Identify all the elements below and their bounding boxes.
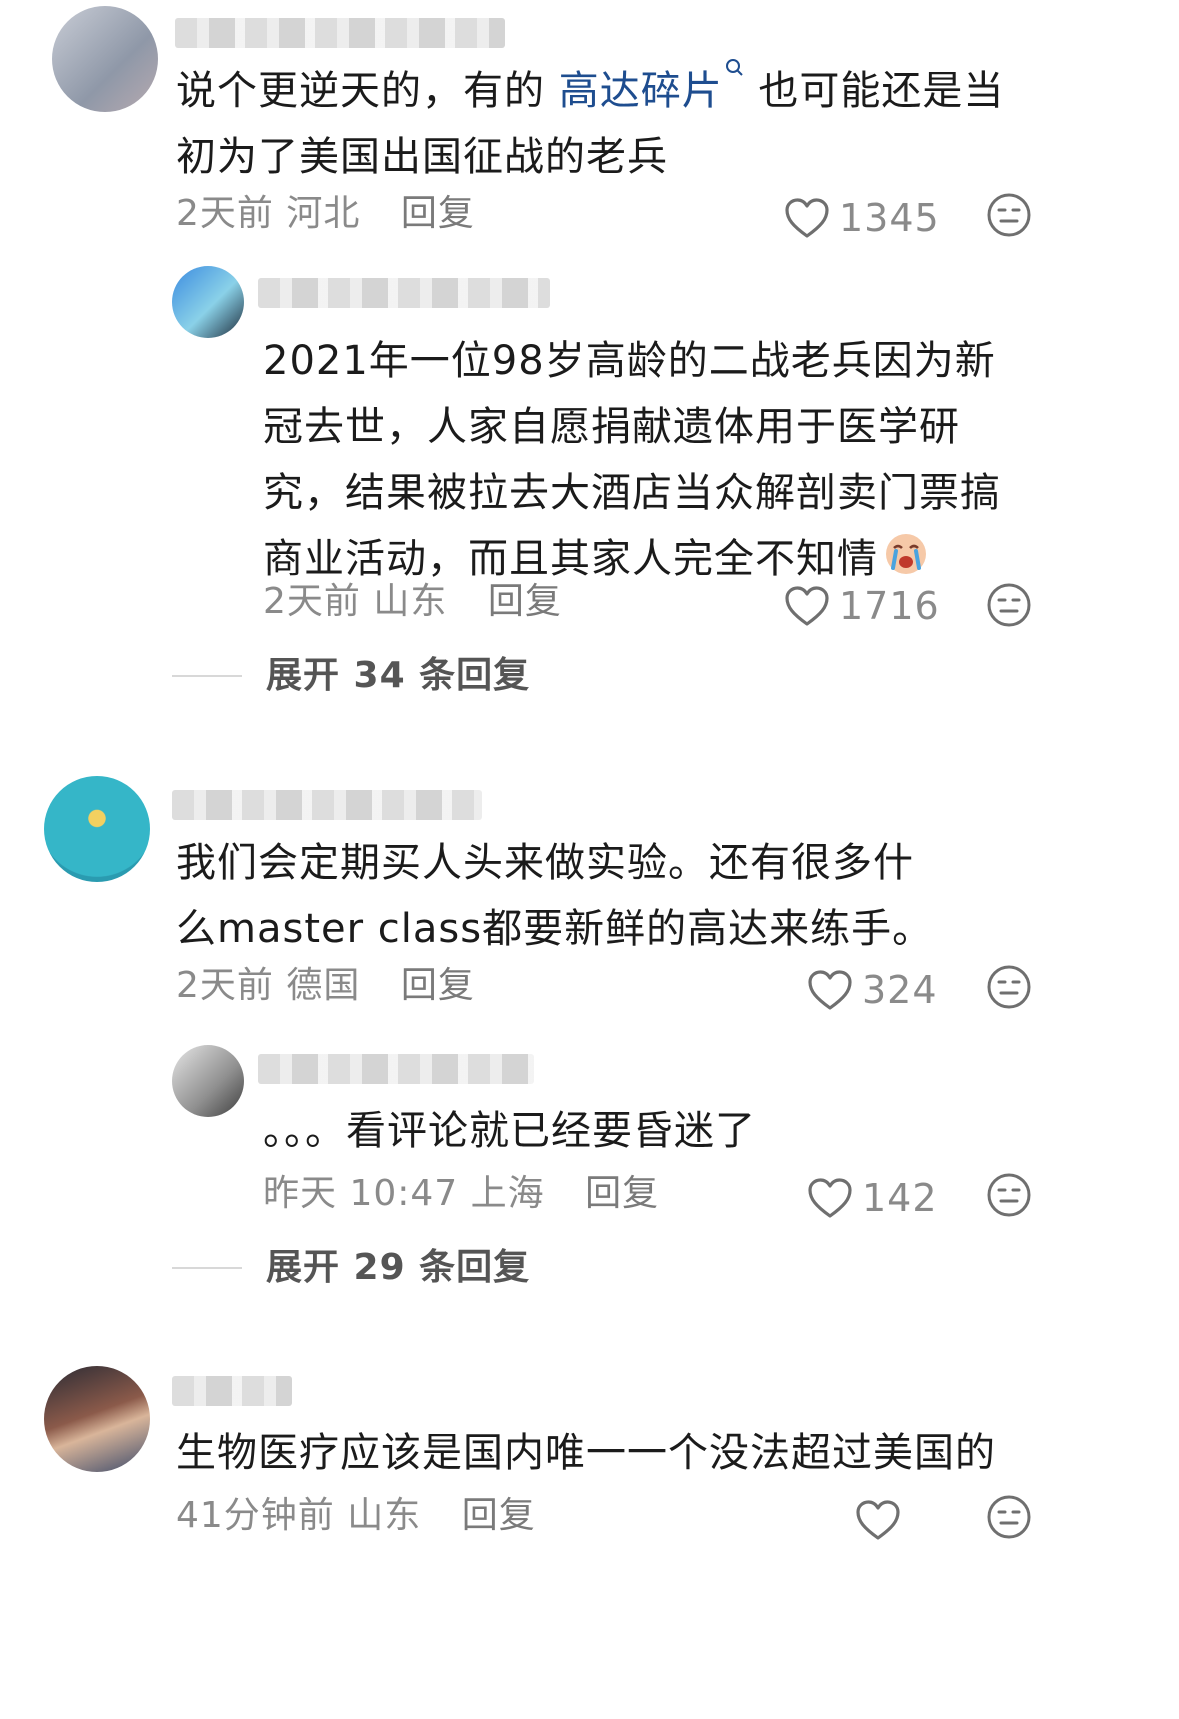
comment-meta: 41分钟前 山东 回复 (176, 1494, 536, 1538)
reply-button[interactable]: 回复 (401, 193, 475, 234)
like-button[interactable] (854, 1496, 910, 1544)
reply-time: 昨天 10:47 (263, 1173, 459, 1214)
like-count: 324 (862, 968, 938, 1012)
reply-button[interactable]: 回复 (585, 1173, 659, 1214)
comment-location: 山东 (347, 1495, 422, 1536)
reply-meta: 昨天 10:47 上海 回复 (263, 1172, 659, 1216)
like-button[interactable]: 1716 (783, 582, 940, 630)
reply-location: 上海 (470, 1173, 545, 1214)
username-redacted[interactable] (172, 1376, 292, 1406)
heart-icon (785, 586, 829, 626)
reply-avatar[interactable] (172, 266, 244, 338)
like-button[interactable]: 324 (806, 966, 938, 1014)
reply-text: 。。。看评论就已经要昏迷了 (263, 1108, 756, 1154)
expand-replies-label: 展开 34 条回复 (266, 655, 531, 696)
reply-location: 山东 (373, 581, 448, 622)
emoji-reaction-icon[interactable] (986, 964, 1032, 1010)
reply-text: 2021年一位98岁高龄的二战老兵因为新冠去世，人家自愿捐献遗体用于医学研究，结… (263, 338, 1001, 582)
comment-text: 生物医疗应该是国内唯一一个没法超过美国的 (176, 1430, 996, 1476)
comment-location: 河北 (286, 193, 361, 234)
username-redacted[interactable] (258, 278, 550, 308)
reply-avatar[interactable] (172, 1045, 244, 1117)
avatar[interactable] (52, 6, 158, 112)
comment-text: 说个更逆天的，有的 高达碎片 也可能还是当初为了美国出国征战的老兵 (176, 58, 1036, 190)
search-icon (725, 59, 743, 76)
emoji-reaction-icon[interactable] (986, 1494, 1032, 1540)
emoji-reaction-icon[interactable] (986, 1172, 1032, 1218)
heart-icon (808, 1178, 852, 1218)
reply-meta: 2天前 山东 回复 (263, 580, 562, 624)
like-button[interactable]: 142 (806, 1174, 938, 1222)
username-redacted[interactable] (258, 1054, 534, 1084)
like-count: 1345 (839, 196, 940, 240)
expand-replies-label: 展开 29 条回复 (266, 1247, 531, 1288)
comment-time: 2天前 (176, 193, 274, 234)
comment-time: 2天前 (176, 965, 274, 1006)
crying-face-icon (886, 534, 926, 574)
avatar[interactable] (44, 776, 150, 882)
comment-location: 德国 (286, 965, 361, 1006)
divider-line (172, 1267, 242, 1269)
comment-time: 41分钟前 (176, 1495, 335, 1536)
reply-time: 2天前 (263, 581, 361, 622)
expand-replies-button[interactable]: 展开 29 条回复 (172, 1246, 530, 1290)
reply-button[interactable]: 回复 (488, 581, 562, 622)
like-count: 142 (862, 1176, 938, 1220)
heart-icon (808, 970, 852, 1010)
comment-text: 我们会定期买人头来做实验。还有很多什么master class都要新鲜的高达来练… (176, 840, 934, 952)
heart-icon (785, 198, 829, 238)
username-redacted[interactable] (175, 18, 505, 48)
emoji-reaction-icon[interactable] (986, 582, 1032, 628)
divider-line (172, 675, 242, 677)
reply-button[interactable]: 回复 (462, 1495, 536, 1536)
reply-button[interactable]: 回复 (401, 965, 475, 1006)
like-count: 1716 (839, 584, 940, 628)
search-link[interactable]: 高达碎片 (559, 59, 745, 114)
heart-icon (856, 1500, 900, 1540)
emoji-reaction-icon[interactable] (986, 192, 1032, 238)
avatar[interactable] (44, 1366, 150, 1472)
comment-meta: 2天前 德国 回复 (176, 964, 475, 1008)
username-redacted[interactable] (172, 790, 482, 820)
like-button[interactable]: 1345 (783, 194, 940, 242)
comment-meta: 2天前 河北 回复 (176, 192, 475, 236)
expand-replies-button[interactable]: 展开 34 条回复 (172, 654, 530, 698)
